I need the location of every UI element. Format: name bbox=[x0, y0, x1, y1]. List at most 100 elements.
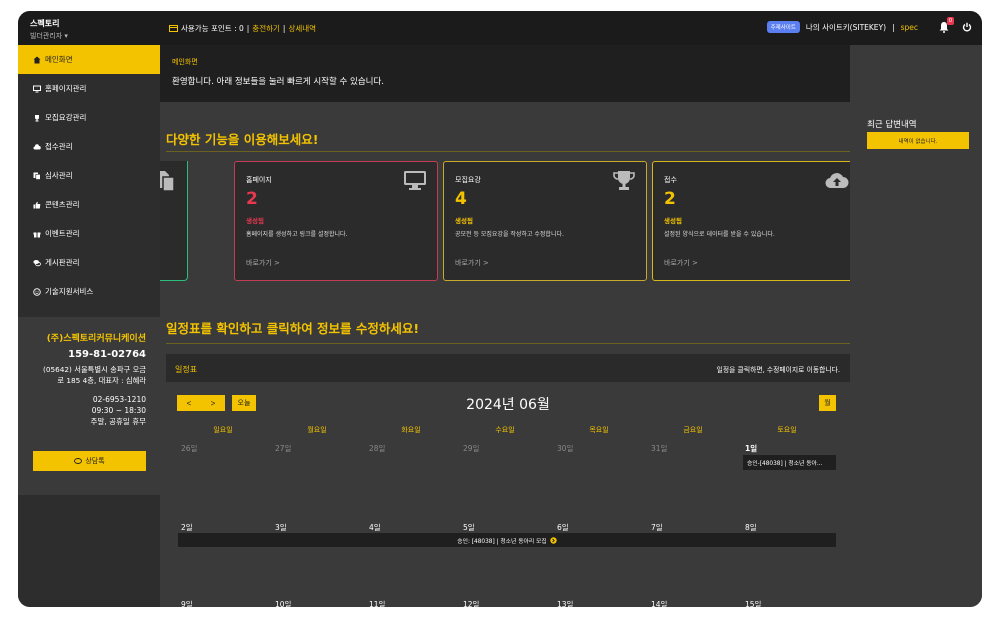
card-count: 4 bbox=[455, 189, 467, 209]
top-bar: 스펙토리 빌더관리자 ▾ 사용가능 포인트 : 0 | 충전하기 | 상세내역 … bbox=[18, 11, 982, 45]
calendar-header: 일정표 일정을 클릭하면, 수정페이지로 이동합니다. bbox=[166, 354, 850, 382]
feature-card-partial[interactable] bbox=[160, 161, 188, 281]
sidebar-item-main[interactable]: 메인화면 bbox=[18, 45, 160, 74]
cloud-upload-icon bbox=[33, 143, 41, 149]
sidebar-item-label: 접수관리 bbox=[45, 142, 73, 151]
calendar-day[interactable]: 2일 bbox=[178, 522, 272, 533]
consult-button[interactable]: 상담톡 bbox=[33, 451, 146, 471]
calendar-day[interactable]: 14일 bbox=[648, 599, 742, 607]
calendar-day[interactable]: 31일 bbox=[648, 443, 742, 454]
card-link[interactable]: 바로가기 > bbox=[455, 258, 489, 268]
calendar-day[interactable]: 29일 bbox=[460, 443, 554, 454]
user-id[interactable]: spec bbox=[901, 23, 918, 32]
wallet-icon bbox=[169, 25, 178, 32]
card-status: 생성됨 bbox=[455, 217, 473, 225]
sidebar-item-label: 메인화면 bbox=[45, 55, 73, 64]
card-status: 생성됨 bbox=[664, 217, 682, 225]
top-right-area: 주제사이트 나의 사이트키(SITEKEY) | spec 0 bbox=[766, 17, 972, 33]
card-count: 2 bbox=[664, 189, 676, 209]
site-name[interactable]: 나의 사이트키(SITEKEY) bbox=[806, 22, 886, 33]
calendar-day[interactable]: 5일 bbox=[460, 522, 554, 533]
calendar-day[interactable]: 10일 bbox=[272, 599, 366, 607]
calendar-event[interactable]: 승인: [48038] | 청소년 동아리 모집 bbox=[178, 533, 836, 547]
points-bar: 사용가능 포인트 : 0 | 충전하기 | 상세내역 bbox=[169, 23, 316, 34]
brand[interactable]: 스펙토리 빌더관리자 ▾ bbox=[30, 18, 68, 41]
calendar-day[interactable]: 13일 bbox=[554, 599, 648, 607]
calendar-day[interactable]: 11일 bbox=[366, 599, 460, 607]
calendar-day[interactable]: 7일 bbox=[648, 522, 742, 533]
calendar-day[interactable]: 15일 bbox=[742, 599, 836, 607]
calendar-day[interactable]: 1일 bbox=[742, 443, 836, 454]
detail-link[interactable]: 상세내역 bbox=[288, 23, 316, 34]
sidebar-item-support[interactable]: 기술지원서비스 bbox=[18, 277, 160, 306]
calendar: 일정표 일정을 클릭하면, 수정페이지로 이동합니다. < > 오늘 2024년… bbox=[166, 354, 850, 607]
card-title: 모집요강 bbox=[455, 176, 481, 184]
sidebar-item-recruit[interactable]: 모집요강관리 bbox=[18, 103, 160, 132]
feature-card-homepage[interactable]: 홈페이지 2 생성됨 홈페이지를 생성하고 링크를 설정합니다. 바로가기 > bbox=[234, 161, 438, 281]
monitor-icon bbox=[404, 171, 426, 190]
sidebar-item-label: 게시판관리 bbox=[45, 258, 80, 267]
gift-icon bbox=[33, 232, 41, 237]
card-link[interactable]: 바로가기 > bbox=[664, 258, 698, 268]
sidebar-item-board[interactable]: 게시판관리 bbox=[18, 248, 160, 277]
site-badge: 주제사이트 bbox=[766, 21, 800, 33]
copy-icon bbox=[160, 171, 175, 192]
power-icon[interactable] bbox=[962, 22, 972, 32]
chat-icon bbox=[74, 457, 83, 464]
notification-count: 0 bbox=[946, 17, 954, 25]
sidebar-item-application[interactable]: 접수관리 bbox=[18, 132, 160, 161]
card-description: 설정된 양식으로 데이터를 받을 수 있습니다. bbox=[664, 231, 775, 238]
feature-card-application[interactable]: 접수 2 생성됨 설정된 양식으로 데이터를 받을 수 있습니다. 바로가기 > bbox=[652, 161, 850, 281]
separator: | bbox=[246, 24, 250, 33]
calendar-day[interactable]: 12일 bbox=[460, 599, 554, 607]
address-line: (05642) 서울특별시 송파구 오금 bbox=[43, 365, 146, 374]
card-link[interactable]: 바로가기 > bbox=[246, 258, 280, 268]
feature-card-recruit[interactable]: 모집요강 4 생성됨 공모전 등 모집요강을 작성하고 수정합니다. 바로가기 … bbox=[443, 161, 647, 281]
calendar-day[interactable]: 27일 bbox=[272, 443, 366, 454]
empty-state: 내역이 없습니다. bbox=[867, 132, 969, 149]
card-description: 홈페이지를 생성하고 링크를 설정합니다. bbox=[246, 231, 348, 238]
sidebar-item-review[interactable]: 심사관리 bbox=[18, 161, 160, 190]
month-title: 2024년 06월 bbox=[466, 397, 550, 413]
notification-button[interactable]: 0 bbox=[938, 17, 954, 33]
account-role-dropdown[interactable]: 빌더관리자 ▾ bbox=[30, 31, 68, 41]
arrow-circle-icon bbox=[550, 536, 557, 544]
calendar-day[interactable]: 26일 bbox=[178, 443, 272, 454]
sidebar-item-label: 이벤트관리 bbox=[45, 229, 80, 238]
event-label: 승인: [48038] | 청소년 동아리 모집 bbox=[457, 538, 547, 545]
sidebar-item-event[interactable]: 이벤트관리 bbox=[18, 219, 160, 248]
divider bbox=[166, 343, 850, 344]
calendar-title: 일정표 bbox=[175, 365, 198, 374]
card-count: 2 bbox=[246, 189, 258, 209]
calendar-day[interactable]: 3일 bbox=[272, 522, 366, 533]
calendar-day[interactable]: 30일 bbox=[554, 443, 648, 454]
office-hours: 09:30 ~ 18:30 bbox=[91, 406, 146, 415]
card-description: 공모전 등 모집요강을 작성하고 수정합니다. bbox=[455, 231, 564, 238]
separator: | bbox=[892, 22, 895, 32]
calendar-day[interactable]: 8일 bbox=[742, 522, 836, 533]
sidebar-item-label: 모집요강관리 bbox=[45, 113, 87, 122]
business-number: 159-81-02764 bbox=[68, 349, 146, 360]
calendar-day[interactable]: 9일 bbox=[178, 599, 272, 607]
trophy-icon bbox=[613, 171, 635, 190]
company-name: (주)스펙토리커뮤니케이션 bbox=[46, 334, 146, 344]
month-view-button[interactable]: 월 bbox=[819, 395, 836, 411]
calendar-day[interactable]: 6일 bbox=[554, 522, 648, 533]
calendar-day[interactable]: 28일 bbox=[366, 443, 460, 454]
breadcrumb: 메인화면 bbox=[172, 58, 198, 66]
charge-link[interactable]: 충전하기 bbox=[252, 23, 280, 34]
company-address: (05642) 서울특별시 송파구 오금 로 185 4층, 대표자 : 심혜라 bbox=[18, 364, 146, 386]
cloud-upload-icon bbox=[825, 173, 849, 189]
trophy-icon bbox=[35, 114, 39, 121]
weekday-header: 수요일 bbox=[495, 426, 515, 434]
sidebar-item-homepage[interactable]: 홈페이지관리 bbox=[18, 74, 160, 103]
sidebar-item-label: 콘텐츠관리 bbox=[45, 200, 80, 209]
calendar-day[interactable]: 4일 bbox=[366, 522, 460, 533]
sidebar-item-content[interactable]: 콘텐츠관리 bbox=[18, 190, 160, 219]
sidebar-menu: 메인화면 홈페이지관리 모집요강관리 접수관리 심사관리 콘텐츠관리 이벤트관리… bbox=[18, 45, 160, 306]
calendar-event[interactable]: 승인-[48038] | 청소년 동아... bbox=[743, 455, 836, 470]
comments-icon bbox=[33, 259, 41, 266]
home-icon bbox=[33, 56, 41, 63]
card-status: 생성됨 bbox=[246, 217, 264, 225]
main-content: 메인화면 환영합니다. 아래 정보들을 눌러 빠르게 시작할 수 있습니다. 다… bbox=[160, 45, 850, 607]
